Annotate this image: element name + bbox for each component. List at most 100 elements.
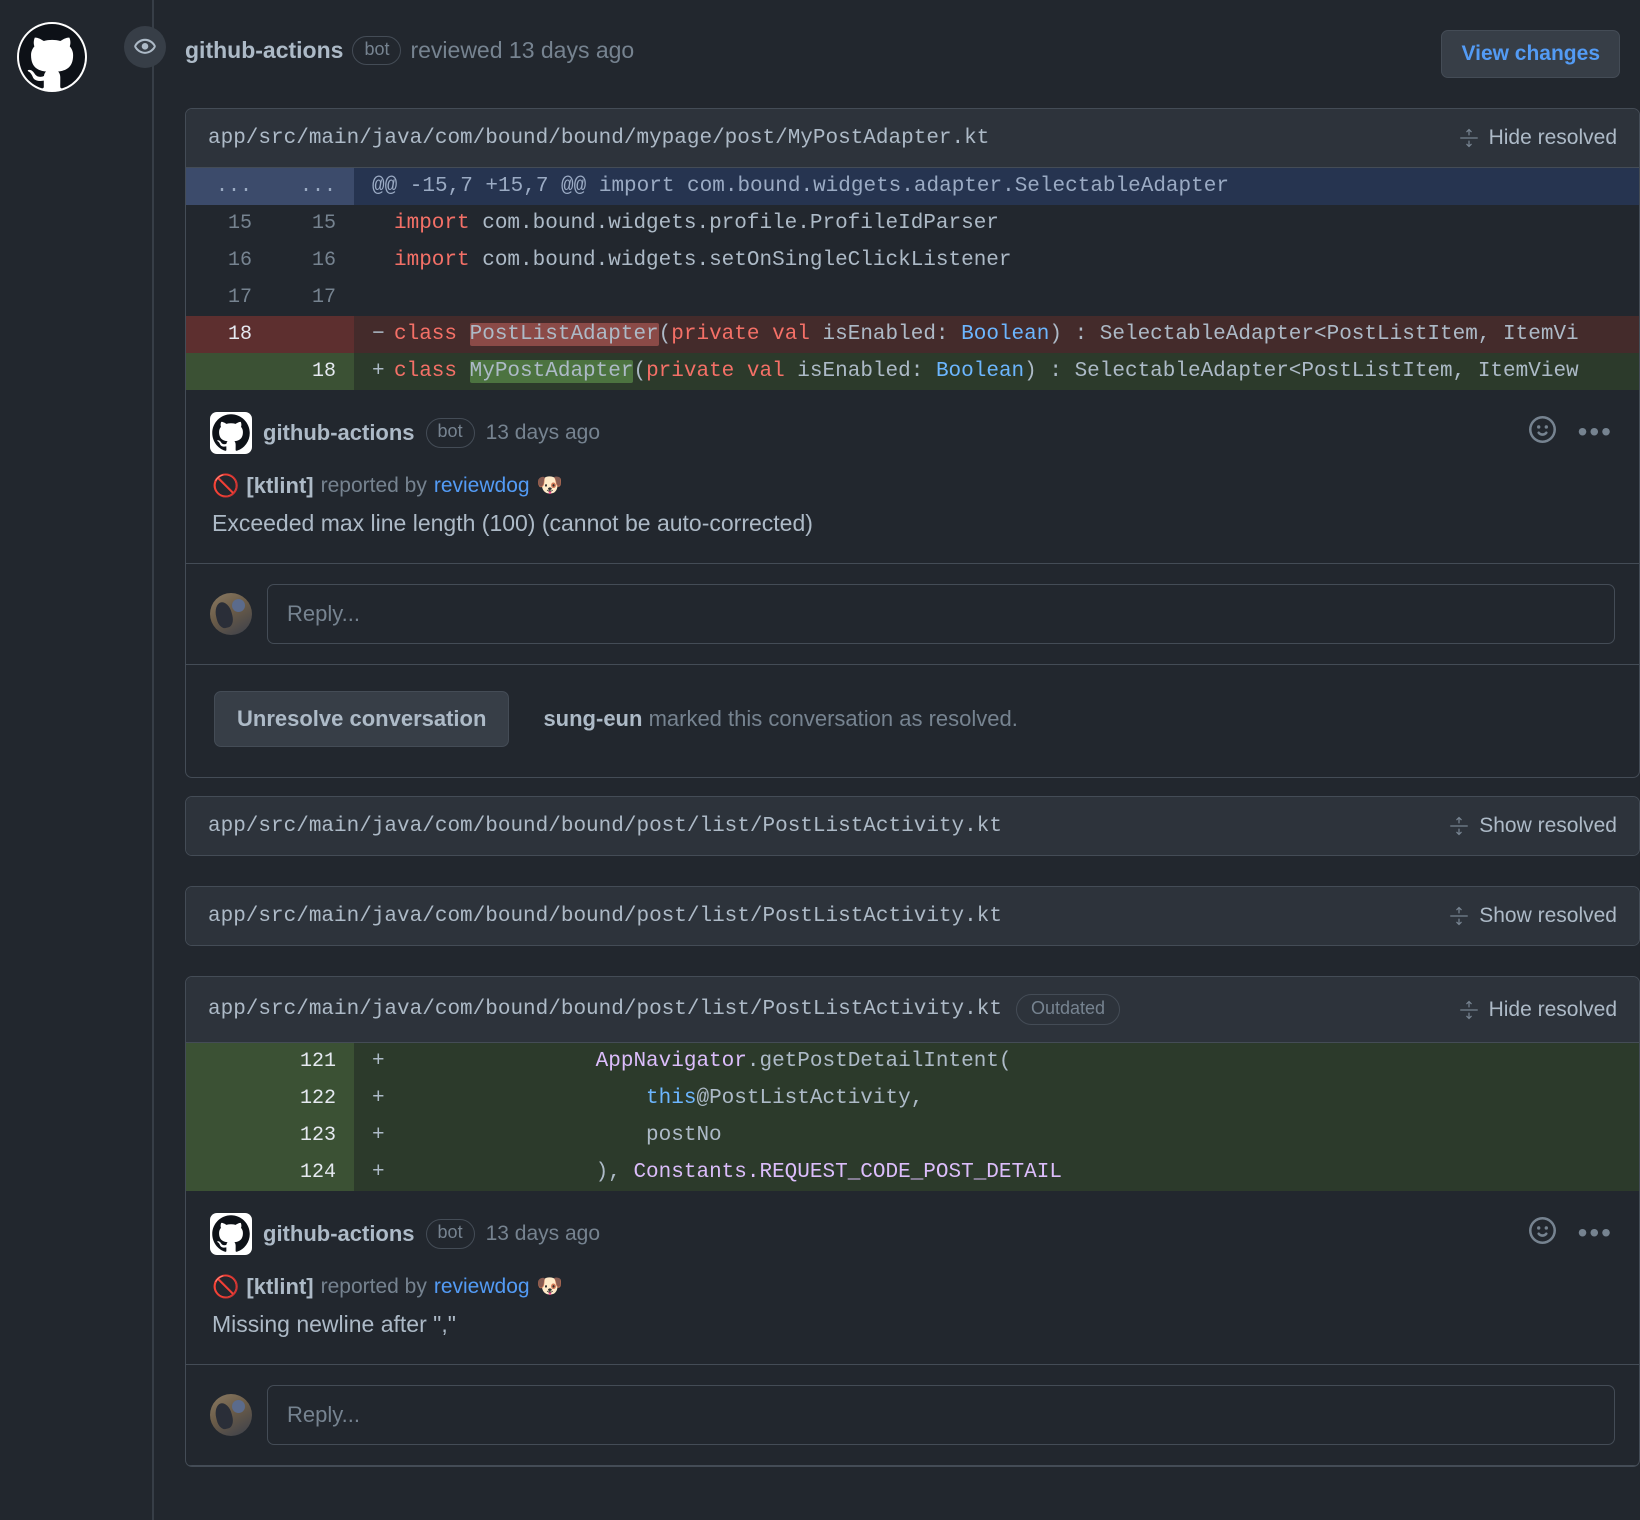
comment-header: github-actions bot 13 days ago bbox=[210, 412, 1615, 454]
resolution-text: marked this conversation as resolved. bbox=[648, 706, 1018, 731]
review-comment: github-actions bot 13 days ago ••• 🚫 [kt… bbox=[186, 1191, 1639, 1365]
line-number-new: 15 bbox=[270, 205, 354, 242]
reported-by-label: reported by bbox=[320, 1275, 427, 1298]
file-header: app/src/main/java/com/bound/bound/post/l… bbox=[186, 797, 1639, 855]
diff-row-added: 121 + AppNavigator.getPostDetailIntent( bbox=[186, 1043, 1639, 1080]
eye-icon bbox=[124, 26, 166, 68]
diff-row-removed: 18 − class PostListAdapter(private val is… bbox=[186, 316, 1639, 353]
show-resolved-label: Show resolved bbox=[1479, 814, 1617, 837]
show-resolved-toggle[interactable]: Show resolved bbox=[1449, 814, 1617, 838]
lint-tag: [ktlint] bbox=[246, 473, 314, 498]
file-path[interactable]: app/src/main/java/com/bound/bound/post/l… bbox=[208, 998, 1002, 1021]
line-number-new: 124 bbox=[270, 1154, 354, 1191]
reply-input[interactable] bbox=[267, 584, 1615, 644]
reply-input[interactable] bbox=[267, 1385, 1615, 1445]
line-number-old bbox=[186, 1117, 270, 1154]
reviewdog-link[interactable]: reviewdog bbox=[434, 1275, 530, 1299]
resolver-name: sung-eun bbox=[543, 706, 643, 731]
comment-timestamp: 13 days ago bbox=[485, 421, 601, 444]
code-line: − class PostListAdapter(private val isEna… bbox=[354, 316, 1639, 353]
diff-row: 15 15 import com.bound.widgets.profile.P… bbox=[186, 205, 1639, 242]
lint-message: Exceeded max line length (100) (cannot b… bbox=[212, 510, 813, 536]
kebab-menu-icon[interactable]: ••• bbox=[1578, 418, 1613, 446]
no-entry-icon: 🚫 bbox=[212, 1274, 240, 1299]
comment-body: 🚫 [ktlint] reported by reviewdog 🐶 Missi… bbox=[210, 1274, 1615, 1338]
no-entry-icon: 🚫 bbox=[212, 473, 240, 498]
hide-resolved-toggle[interactable]: Hide resolved bbox=[1459, 126, 1617, 150]
dog-face-emoji: 🐶 bbox=[536, 1275, 563, 1298]
diff-row: 16 16 import com.bound.widgets.setOnSing… bbox=[186, 242, 1639, 279]
dog-face-emoji: 🐶 bbox=[536, 474, 563, 497]
resolution-status-text: sung-eun marked this conversation as res… bbox=[543, 706, 1017, 732]
reply-row bbox=[186, 1365, 1639, 1466]
unfold-icon bbox=[1459, 128, 1478, 148]
file-header: app/src/main/java/com/bound/bound/post/l… bbox=[186, 977, 1639, 1043]
line-number-old bbox=[186, 1043, 270, 1080]
github-mark-icon bbox=[210, 1213, 252, 1255]
line-number-old: 17 bbox=[186, 279, 270, 316]
code-line: import com.bound.widgets.profile.Profile… bbox=[354, 205, 1639, 242]
unfold-icon bbox=[1450, 816, 1468, 836]
review-summary-line: github-actions bot reviewed 13 days ago bbox=[185, 36, 635, 66]
view-changes-button[interactable]: View changes bbox=[1441, 30, 1620, 78]
comment-author[interactable]: github-actions bbox=[263, 1221, 415, 1247]
kebab-menu-icon[interactable]: ••• bbox=[1578, 1219, 1613, 1247]
unfold-icon bbox=[1459, 1000, 1478, 1019]
file-header-left: app/src/main/java/com/bound/bound/post/l… bbox=[208, 994, 1120, 1025]
lint-report-line: 🚫 [ktlint] reported by reviewdog 🐶 bbox=[212, 1274, 1615, 1300]
file-header: app/src/main/java/com/bound/bound/mypage… bbox=[186, 109, 1639, 168]
hunk-ellipsis-old[interactable]: ... bbox=[186, 168, 270, 205]
diff-hunk-row: ... ... @@ -15,7 +15,7 @@ import com.bou… bbox=[186, 168, 1639, 205]
reviewdog-link[interactable]: reviewdog bbox=[434, 474, 530, 498]
review-action-text: reviewed 13 days ago bbox=[410, 37, 635, 64]
review-thread-4: app/src/main/java/com/bound/bound/post/l… bbox=[185, 976, 1640, 1467]
outdated-badge: Outdated bbox=[1015, 994, 1120, 1025]
diff-table: ... ... @@ -15,7 +15,7 @@ import com.bou… bbox=[186, 168, 1639, 390]
smiley-face-icon[interactable] bbox=[1528, 416, 1556, 448]
reply-row bbox=[186, 564, 1639, 665]
code-line: + AppNavigator.getPostDetailIntent( bbox=[354, 1043, 1639, 1080]
github-mark-icon bbox=[210, 412, 252, 454]
comment-author[interactable]: github-actions bbox=[263, 420, 415, 446]
unresolve-conversation-button[interactable]: Unresolve conversation bbox=[214, 691, 510, 747]
show-resolved-label: Show resolved bbox=[1479, 904, 1617, 927]
line-number-new bbox=[270, 316, 354, 353]
comment-header: github-actions bot 13 days ago bbox=[210, 1213, 1615, 1255]
diff-row: 17 17 bbox=[186, 279, 1639, 316]
file-path[interactable]: app/src/main/java/com/bound/bound/mypage… bbox=[208, 127, 989, 150]
hide-resolved-label: Hide resolved bbox=[1488, 126, 1617, 149]
avatar bbox=[210, 593, 252, 635]
smiley-face-icon[interactable] bbox=[1528, 1217, 1556, 1249]
diff-row-added: 122 + this@PostListActivity, bbox=[186, 1080, 1639, 1117]
line-number-new: 122 bbox=[270, 1080, 354, 1117]
line-number-old: 15 bbox=[186, 205, 270, 242]
review-header: github-actions bot reviewed 13 days ago … bbox=[0, 0, 1640, 108]
line-number-new: 18 bbox=[270, 353, 354, 390]
diff-row-added: 123 + postNo bbox=[186, 1117, 1639, 1154]
comment-actions: ••• bbox=[1528, 1217, 1613, 1249]
timeline-rail bbox=[152, 0, 154, 1520]
line-number-old bbox=[186, 1154, 270, 1191]
file-header-left: app/src/main/java/com/bound/bound/mypage… bbox=[208, 127, 989, 150]
code-line: + this@PostListActivity, bbox=[354, 1080, 1639, 1117]
line-number-new: 123 bbox=[270, 1117, 354, 1154]
lint-tag: [ktlint] bbox=[246, 1274, 314, 1299]
bot-badge: bot bbox=[425, 1219, 475, 1249]
review-thread-2: app/src/main/java/com/bound/bound/post/l… bbox=[185, 796, 1640, 856]
file-path[interactable]: app/src/main/java/com/bound/bound/post/l… bbox=[208, 815, 1002, 838]
line-number-new: 121 bbox=[270, 1043, 354, 1080]
review-thread-3: app/src/main/java/com/bound/bound/post/l… bbox=[185, 886, 1640, 946]
hunk-ellipsis-new[interactable]: ... bbox=[270, 168, 354, 205]
lint-message: Missing newline after "," bbox=[212, 1311, 456, 1337]
line-number-new: 16 bbox=[270, 242, 354, 279]
show-resolved-toggle[interactable]: Show resolved bbox=[1449, 904, 1617, 928]
comment-timestamp: 13 days ago bbox=[485, 1222, 601, 1245]
hide-resolved-label: Hide resolved bbox=[1488, 997, 1617, 1021]
review-actor-name[interactable]: github-actions bbox=[185, 37, 343, 64]
hide-resolved-toggle[interactable]: Hide resolved bbox=[1459, 998, 1617, 1022]
comment-body: 🚫 [ktlint] reported by reviewdog 🐶 Excee… bbox=[210, 473, 1615, 537]
line-number-old bbox=[186, 1080, 270, 1117]
file-header-left: app/src/main/java/com/bound/bound/post/l… bbox=[208, 815, 1002, 838]
file-path[interactable]: app/src/main/java/com/bound/bound/post/l… bbox=[208, 905, 1002, 928]
review-thread-1: app/src/main/java/com/bound/bound/mypage… bbox=[185, 108, 1640, 778]
